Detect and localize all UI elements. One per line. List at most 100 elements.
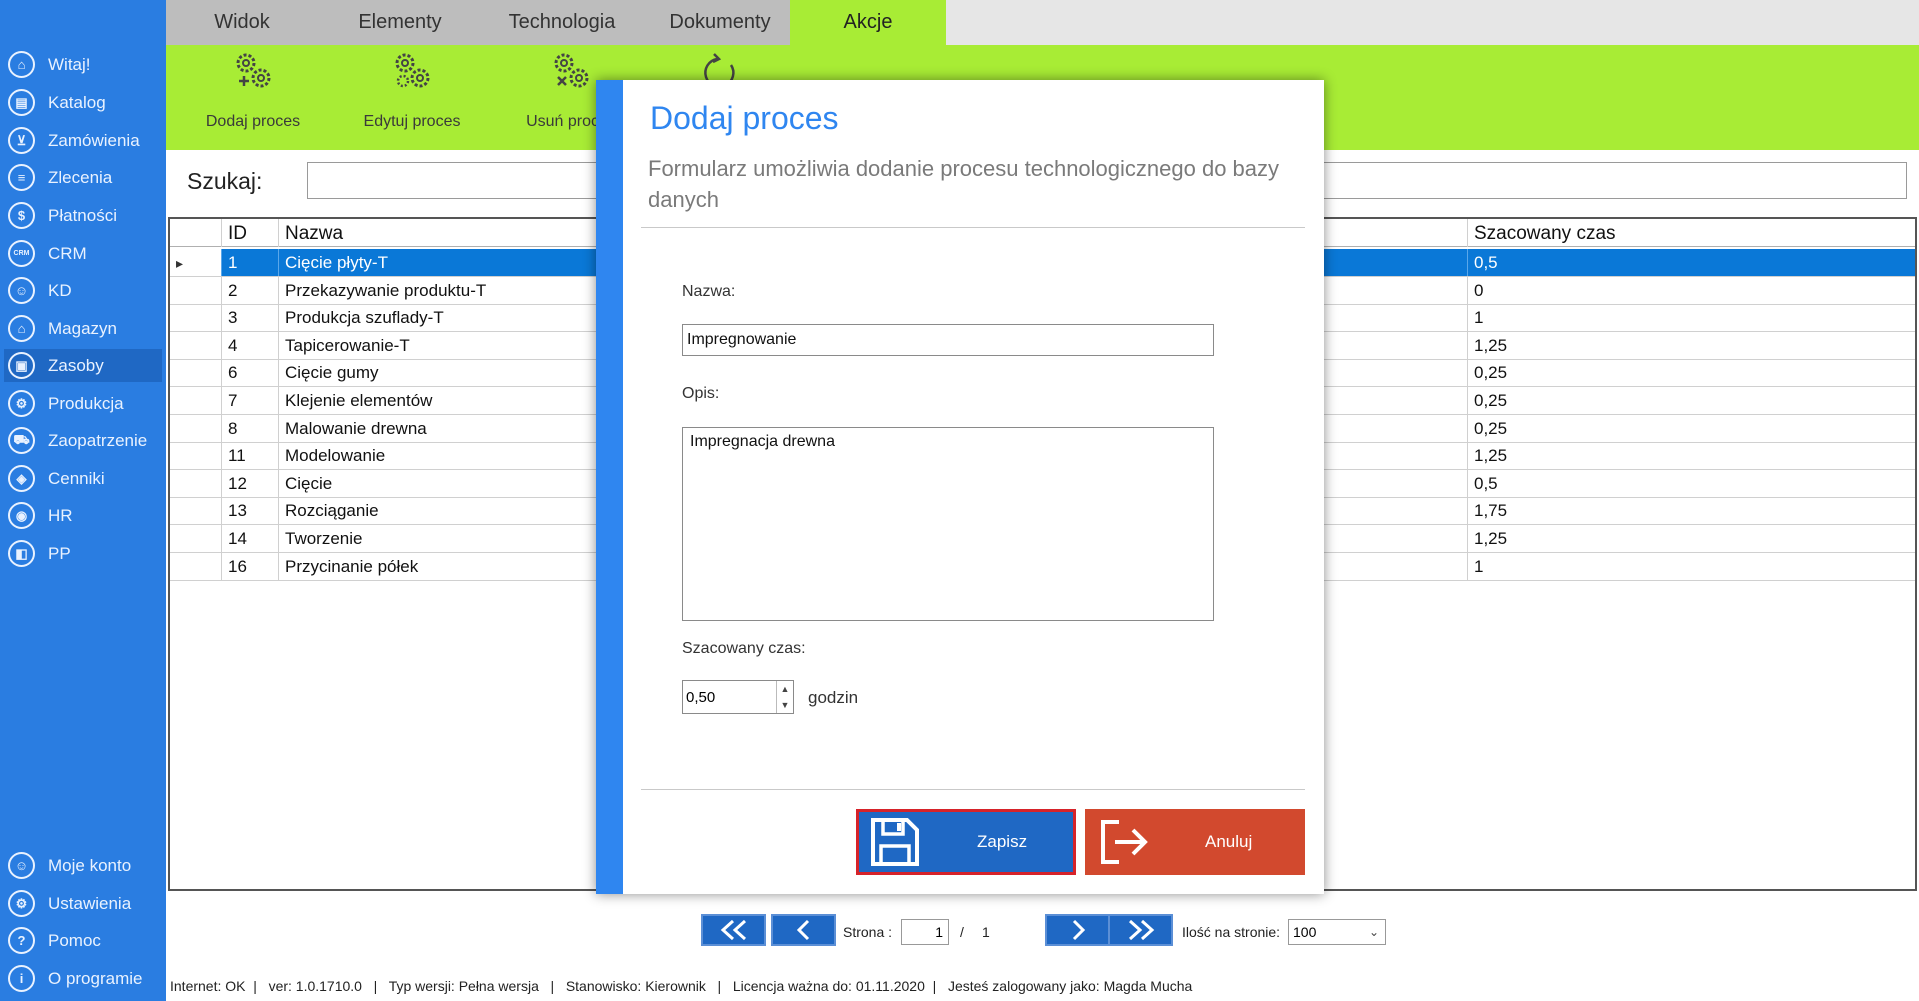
chevron-down-icon: ⌄ <box>1368 925 1379 939</box>
row-indicator <box>170 387 222 414</box>
page-separator: / <box>960 924 964 940</box>
cart-icon: ⊻ <box>8 127 35 154</box>
dialog-accent-stripe <box>596 80 623 894</box>
cell-szacowany-czas: 0,25 <box>1474 363 1508 383</box>
previous-page-button[interactable] <box>771 914 836 946</box>
row-indicator <box>170 414 222 442</box>
user-icon: ☺ <box>8 852 35 879</box>
sidebar-item-label: Produkcja <box>48 393 124 413</box>
row-indicator <box>170 497 222 525</box>
add-process-button[interactable]: Dodaj proces <box>190 45 316 150</box>
sidebar: ⌂ Witaj! ▤ Katalog ⊻ Zamówienia ≡ Zlecen… <box>0 0 166 1001</box>
cell-id: 4 <box>222 331 279 359</box>
tab-elementy[interactable]: Elementy <box>318 0 482 45</box>
name-field[interactable] <box>682 324 1214 356</box>
sidebar-item-label: KD <box>48 280 72 300</box>
sidebar-item-zamowienia[interactable]: ⊻ Zamówienia <box>4 124 162 157</box>
row-indicator: ▸ <box>170 249 222 276</box>
cell-szacowany-czas: 0,25 <box>1474 391 1508 410</box>
page-label: Strona : <box>843 924 893 940</box>
sidebar-item-label: Zaopatrzenie <box>48 430 148 450</box>
sidebar-item-cenniki[interactable]: ◈ Cenniki <box>4 462 162 495</box>
first-page-button[interactable] <box>701 914 766 946</box>
sidebar-item-magazyn[interactable]: ⌂ Magazyn <box>4 312 162 345</box>
time-label: Szacowany czas: <box>682 640 806 657</box>
row-pointer-icon: ▸ <box>176 255 184 271</box>
time-unit-label: godzin <box>808 688 859 707</box>
row-indicator <box>170 469 222 497</box>
gears-edit-icon <box>395 53 430 88</box>
row-indicator <box>170 331 222 359</box>
last-page-button[interactable] <box>1108 914 1173 946</box>
sidebar-item-label: HR <box>48 505 73 525</box>
cell-id: 3 <box>222 304 279 332</box>
row-indicator <box>170 525 222 552</box>
page-total: 1 <box>982 924 990 940</box>
sidebar-item-crm[interactable]: CRM CRM <box>4 237 162 270</box>
column-header-id[interactable]: ID <box>222 219 279 247</box>
sidebar-item-label: Magazyn <box>48 318 117 338</box>
sidebar-item-label: O programie <box>48 968 143 988</box>
status-bar: Internet: OK | ver: 1.0.1710.0 | Typ wer… <box>170 978 1193 994</box>
sidebar-item-pp[interactable]: ◧ PP <box>4 537 162 570</box>
spin-down-icon[interactable]: ▼ <box>776 697 793 713</box>
cell-id: 8 <box>222 414 279 442</box>
sidebar-item-label: Cenniki <box>48 468 105 488</box>
cell-szacowany-czas: 1 <box>1474 308 1484 328</box>
tab-technologia[interactable]: Technologia <box>482 0 642 45</box>
description-field[interactable]: Impregnacja drewna <box>682 427 1214 621</box>
dollar-icon: $ <box>8 202 35 229</box>
book-icon: ▤ <box>8 89 35 116</box>
sidebar-item-produkcja[interactable]: ⚙ Produkcja <box>4 387 162 420</box>
row-indicator <box>170 442 222 470</box>
tab-dokumenty[interactable]: Dokumenty <box>642 0 798 45</box>
sidebar-item-katalog[interactable]: ▤ Katalog <box>4 86 162 119</box>
per-page-select[interactable]: 100 ⌄ <box>1288 919 1386 945</box>
tab-widok[interactable]: Widok <box>166 0 318 45</box>
page-number-input[interactable] <box>901 919 949 945</box>
sidebar-item-zlecenia[interactable]: ≡ Zlecenia <box>4 161 162 194</box>
cell-szacowany-czas: 0,5 <box>1474 253 1498 272</box>
sidebar-item-witaj[interactable]: ⌂ Witaj! <box>4 48 162 81</box>
sidebar-item-kd[interactable]: ☺ KD <box>4 274 162 307</box>
divider <box>641 789 1305 790</box>
row-indicator <box>170 359 222 387</box>
header-indicator <box>170 219 222 247</box>
search-label: Szukaj: <box>187 168 263 194</box>
tab-akcje[interactable]: Akcje <box>790 0 946 45</box>
home-icon: ⌂ <box>8 51 35 78</box>
cell-id: 16 <box>222 552 279 580</box>
edit-process-button[interactable]: Edytuj proces <box>346 45 478 150</box>
time-input[interactable] <box>683 681 775 713</box>
sidebar-item-label: Katalog <box>48 92 106 112</box>
sidebar-item-label: Zlecenia <box>48 167 113 187</box>
sidebar-item-hr[interactable]: ◉ HR <box>4 499 162 532</box>
time-stepper[interactable]: ▲ ▼ <box>682 680 794 714</box>
cell-id: 7 <box>222 387 279 414</box>
sidebar-item-zasoby[interactable]: ▣ Zasoby <box>4 349 162 382</box>
app-window: ⌂ Witaj! ▤ Katalog ⊻ Zamówienia ≡ Zlecen… <box>0 0 1919 1001</box>
warehouse-icon: ⌂ <box>8 315 35 342</box>
divider <box>641 227 1305 228</box>
floppy-disk-icon <box>871 818 919 866</box>
gears-add-icon <box>236 53 271 88</box>
row-indicator <box>170 276 222 304</box>
sidebar-item-label: Witaj! <box>48 54 91 74</box>
cell-szacowany-czas: 1,75 <box>1474 501 1508 521</box>
sidebar-item-zaopatrzenie[interactable]: ⛟ Zaopatrzenie <box>4 424 162 457</box>
sidebar-item-moje-konto[interactable]: ☺ Moje konto <box>4 849 162 882</box>
cell-szacowany-czas: 1,25 <box>1474 446 1508 466</box>
pp-icon: ◧ <box>8 540 35 567</box>
production-icon: ⚙ <box>8 390 35 417</box>
sidebar-item-label: Płatności <box>48 205 117 225</box>
sidebar-item-o-programie[interactable]: i O programie <box>4 962 162 995</box>
sidebar-item-platnosci[interactable]: $ Płatności <box>4 199 162 232</box>
spin-up-icon[interactable]: ▲ <box>776 681 793 697</box>
exit-icon <box>1101 820 1148 864</box>
column-header-szacowany-czas[interactable]: Szacowany czas <box>1468 219 1915 247</box>
cancel-button[interactable]: Anuluj <box>1085 809 1305 875</box>
info-icon: i <box>8 965 35 992</box>
next-page-button[interactable] <box>1045 914 1110 946</box>
list-icon: ≡ <box>8 164 35 191</box>
save-button[interactable]: Zapisz <box>856 809 1076 875</box>
